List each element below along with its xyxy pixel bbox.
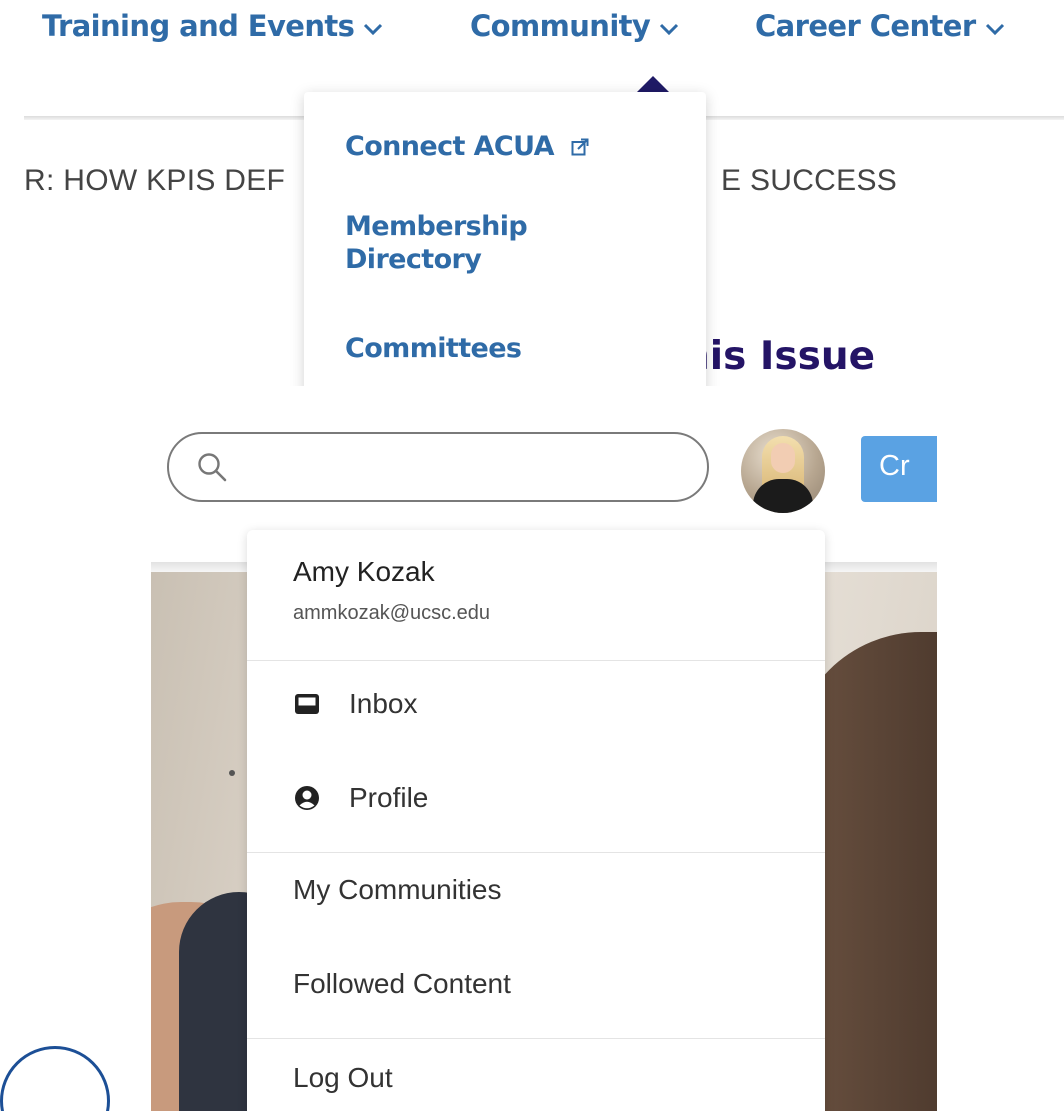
user-avatar[interactable] — [741, 429, 825, 513]
menu-item-connect-acua[interactable]: Connect ACUA — [345, 130, 589, 163]
nav-label: Career Center — [755, 9, 976, 43]
chevron-down-icon — [364, 23, 383, 36]
search-icon — [198, 453, 227, 482]
issue-heading: his Issue — [682, 334, 876, 379]
user-dropdown-menu: Amy Kozak ammkozak@ucsc.edu Inbox Profil… — [247, 530, 825, 1111]
nav-training-and-events[interactable]: Training and Events — [42, 4, 383, 48]
external-link-icon — [571, 138, 589, 156]
search-input[interactable] — [239, 446, 683, 490]
menu-item-label: Log Out — [293, 1062, 393, 1093]
menu-item-membership-directory[interactable]: Membership Directory — [345, 210, 605, 276]
menu-divider — [247, 1038, 825, 1039]
menu-item-followed-content[interactable]: Followed Content — [293, 964, 511, 1004]
user-email: ammkozak@ucsc.edu — [293, 602, 491, 624]
inbox-icon — [295, 694, 319, 714]
dropdown-caret — [636, 76, 670, 93]
menu-item-label: My Communities — [293, 874, 502, 905]
menu-item-log-out[interactable]: Log Out — [293, 1058, 393, 1098]
search-box — [167, 432, 709, 502]
news-headline: R: HOW KPIS DEF E SUCCESS — [24, 164, 897, 198]
community-site-panel: Cr Amy Kozak ammkozak@ucsc.edu Inbox Pro… — [0, 386, 1064, 1111]
user-name: Amy Kozak — [293, 556, 435, 587]
news-headline-start: R: HOW KPIS DEF — [24, 164, 286, 197]
menu-item-label: Inbox — [349, 688, 418, 719]
menu-item-my-communities[interactable]: My Communities — [293, 870, 501, 910]
nav-label: Community — [470, 9, 651, 43]
menu-item-label: Profile — [349, 782, 429, 813]
community-dropdown-menu: Connect ACUA Membership Directory Commit… — [304, 92, 706, 386]
user-circle-icon — [295, 786, 319, 810]
chevron-down-icon — [985, 23, 1004, 36]
news-headline-end: E SUCCESS — [721, 164, 898, 197]
menu-divider — [247, 660, 825, 661]
logo-badge — [0, 1046, 110, 1111]
site-navigation-panel: Training and Events Community Career Cen… — [0, 0, 1064, 386]
chevron-down-icon — [660, 23, 679, 36]
nav-label: Training and Events — [42, 9, 355, 43]
create-button[interactable]: Cr — [861, 436, 937, 502]
nav-community[interactable]: Community — [470, 4, 679, 48]
menu-divider — [247, 852, 825, 853]
menu-item-committees[interactable]: Committees — [345, 332, 522, 365]
menu-item-inbox[interactable]: Inbox — [293, 684, 418, 724]
menu-item-label: Followed Content — [293, 968, 511, 999]
menu-item-profile[interactable]: Profile — [293, 778, 428, 818]
menu-item-label: Connect ACUA — [345, 131, 555, 162]
create-button-label: Cr — [879, 450, 910, 482]
nav-career-center[interactable]: Career Center — [755, 4, 1005, 48]
